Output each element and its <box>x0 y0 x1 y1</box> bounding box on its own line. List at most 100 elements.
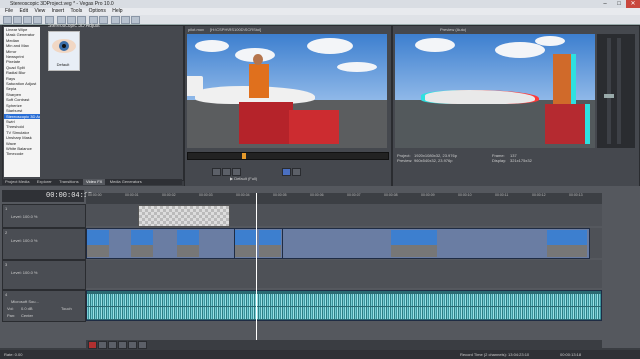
trimmer-file-path: [H:\CSPH\RS100D\SCRStoi] <box>210 27 262 32</box>
pan-label: Pan: <box>7 313 16 318</box>
ruler-tick: 00:00:09 <box>421 193 435 197</box>
pause-button[interactable] <box>128 341 137 349</box>
ruler-tick: 00:00:02 <box>162 193 176 197</box>
close-button[interactable]: ✕ <box>626 0 640 8</box>
zoom-tool-icon[interactable] <box>131 16 140 24</box>
minimize-button[interactable]: – <box>598 0 612 8</box>
audio-clip[interactable] <box>86 290 602 321</box>
play-from-start-button[interactable] <box>108 341 117 349</box>
tab-media-generators[interactable]: Media Generators <box>107 179 145 185</box>
track-name: Microsoft Sou... <box>11 299 39 304</box>
window-title: Stereoscopic 3DProject.veg * - Vegas Pro… <box>10 1 114 7</box>
fx-preset-label: Default <box>56 62 70 67</box>
menu-tools[interactable]: Tools <box>71 8 83 15</box>
playhead-cursor[interactable] <box>256 193 257 348</box>
ruler-tick: 00:00:07 <box>347 193 361 197</box>
video-clip[interactable] <box>234 228 284 259</box>
pan-value[interactable]: Center <box>21 313 33 318</box>
tab-transitions[interactable]: Transitions <box>56 179 81 185</box>
track-level[interactable]: Level: 100.0 % <box>11 270 37 275</box>
track-lane-2[interactable] <box>86 228 602 259</box>
timecode-display: 00:00:04:15 <box>2 190 92 202</box>
timeline-play-button[interactable] <box>118 341 127 349</box>
menu-insert[interactable]: Insert <box>52 8 65 15</box>
ruler-tick: 00:00:12 <box>532 193 546 197</box>
rate-label: Rate: 0.00 <box>4 352 23 357</box>
eye-icon <box>52 39 76 53</box>
preview-video[interactable] <box>395 34 595 148</box>
menu-bar: File Edit View Insert Tools Options Help <box>0 8 640 15</box>
play-button[interactable] <box>212 168 221 176</box>
timeline-stop-button[interactable] <box>138 341 147 349</box>
master-fader <box>604 94 614 98</box>
ruler-tick: 00:00:11 <box>495 193 509 197</box>
open-icon[interactable] <box>13 16 22 24</box>
trimmer-timebar[interactable] <box>187 152 389 160</box>
maximize-button[interactable]: □ <box>612 0 626 8</box>
menu-help[interactable]: Help <box>112 8 122 15</box>
menu-edit[interactable]: Edit <box>19 8 28 15</box>
menu-view[interactable]: View <box>34 8 45 15</box>
ruler-tick: 00:00:00 <box>88 193 102 197</box>
new-icon[interactable] <box>3 16 12 24</box>
envelope-tool-icon[interactable] <box>121 16 130 24</box>
fx-item[interactable]: Timecode <box>4 151 40 156</box>
tab-explorer[interactable]: Explorer <box>34 179 55 185</box>
edit-tool-icon[interactable] <box>111 16 120 24</box>
fx-panel-title: Stereoscopic 3D Adjust <box>48 23 100 29</box>
vol-label: Vol: <box>7 306 14 311</box>
dock-tabs: Project Media Explorer Transitions Video… <box>2 179 182 185</box>
loop-playback-button[interactable] <box>98 341 107 349</box>
touch-label[interactable]: Touch <box>61 306 72 311</box>
preview-label: Preview: <box>397 158 413 163</box>
ruler-tick: 00:00:13 <box>569 193 583 197</box>
track-header-4[interactable]: 4 Microsoft Sou... Vol: 0.0 dB Pan: Cent… <box>2 290 86 322</box>
preview-value: 960x540x32, 23.976p <box>414 158 453 163</box>
ruler-tick: 00:00:05 <box>273 193 287 197</box>
display-label: Display: <box>492 158 507 163</box>
vol-value[interactable]: 0.0 dB <box>21 306 33 311</box>
track-lane-3[interactable] <box>86 260 602 288</box>
fx-list[interactable]: Linear Wipe Mask Generator Median Min an… <box>4 27 40 177</box>
ruler-tick: 00:00:01 <box>125 193 139 197</box>
track-number: 3 <box>5 262 8 267</box>
trimmer-video[interactable] <box>187 34 387 148</box>
track-header-3[interactable]: 3 Level: 100.0 % <box>2 260 86 290</box>
title-bar: Stereoscopic 3DProject.veg * - Vegas Pro… <box>0 0 640 8</box>
stop-button[interactable] <box>222 168 231 176</box>
mark-out-button[interactable] <box>292 168 301 176</box>
video-clip[interactable] <box>282 228 590 259</box>
mark-in-button[interactable] <box>282 168 291 176</box>
properties-icon[interactable] <box>33 16 42 24</box>
loop-button[interactable] <box>232 168 241 176</box>
record-button[interactable] <box>88 341 97 349</box>
track-level[interactable]: Level: 100.0 % <box>11 214 37 219</box>
redo-icon[interactable] <box>99 16 108 24</box>
display-value: 321x175x32 <box>510 158 532 163</box>
tab-project-media[interactable]: Project Media <box>2 179 32 185</box>
preview-mode-label[interactable]: Preview (Auto) <box>440 27 466 32</box>
track-lane-4[interactable] <box>86 290 602 321</box>
record-time: Record Time (2 channels): 13:04:23:10 <box>460 352 530 357</box>
save-icon[interactable] <box>23 16 32 24</box>
transparent-clip[interactable] <box>138 205 230 227</box>
track-number: 2 <box>5 230 8 235</box>
track-number: 1 <box>5 206 8 211</box>
status-bar: Rate: 0.00 00:00:13:18 Record Time (2 ch… <box>0 350 640 359</box>
track-lane-1[interactable] <box>86 204 602 227</box>
menu-options[interactable]: Options <box>89 8 106 15</box>
ruler-tick: 00:00:03 <box>199 193 213 197</box>
menu-file[interactable]: File <box>5 8 13 15</box>
trimmer-file-label: pilot.mov <box>188 27 205 32</box>
video-clip[interactable] <box>86 228 236 259</box>
track-number: 4 <box>5 292 8 297</box>
track-level[interactable]: Level: 100.0 % <box>11 238 37 243</box>
track-header-1[interactable]: 1 Level: 100.0 % <box>2 204 86 228</box>
ruler-tick: 00:00:08 <box>384 193 398 197</box>
ruler-tick: 00:00:04 <box>236 193 250 197</box>
master-bus-meter <box>597 34 635 148</box>
transport-bar <box>86 340 602 349</box>
track-header-2[interactable]: 2 Level: 100.0 % <box>2 228 86 260</box>
trimmer-preset-label: ▶ Default (Full) <box>230 176 258 181</box>
tab-video-fx[interactable]: Video FX <box>82 179 106 185</box>
